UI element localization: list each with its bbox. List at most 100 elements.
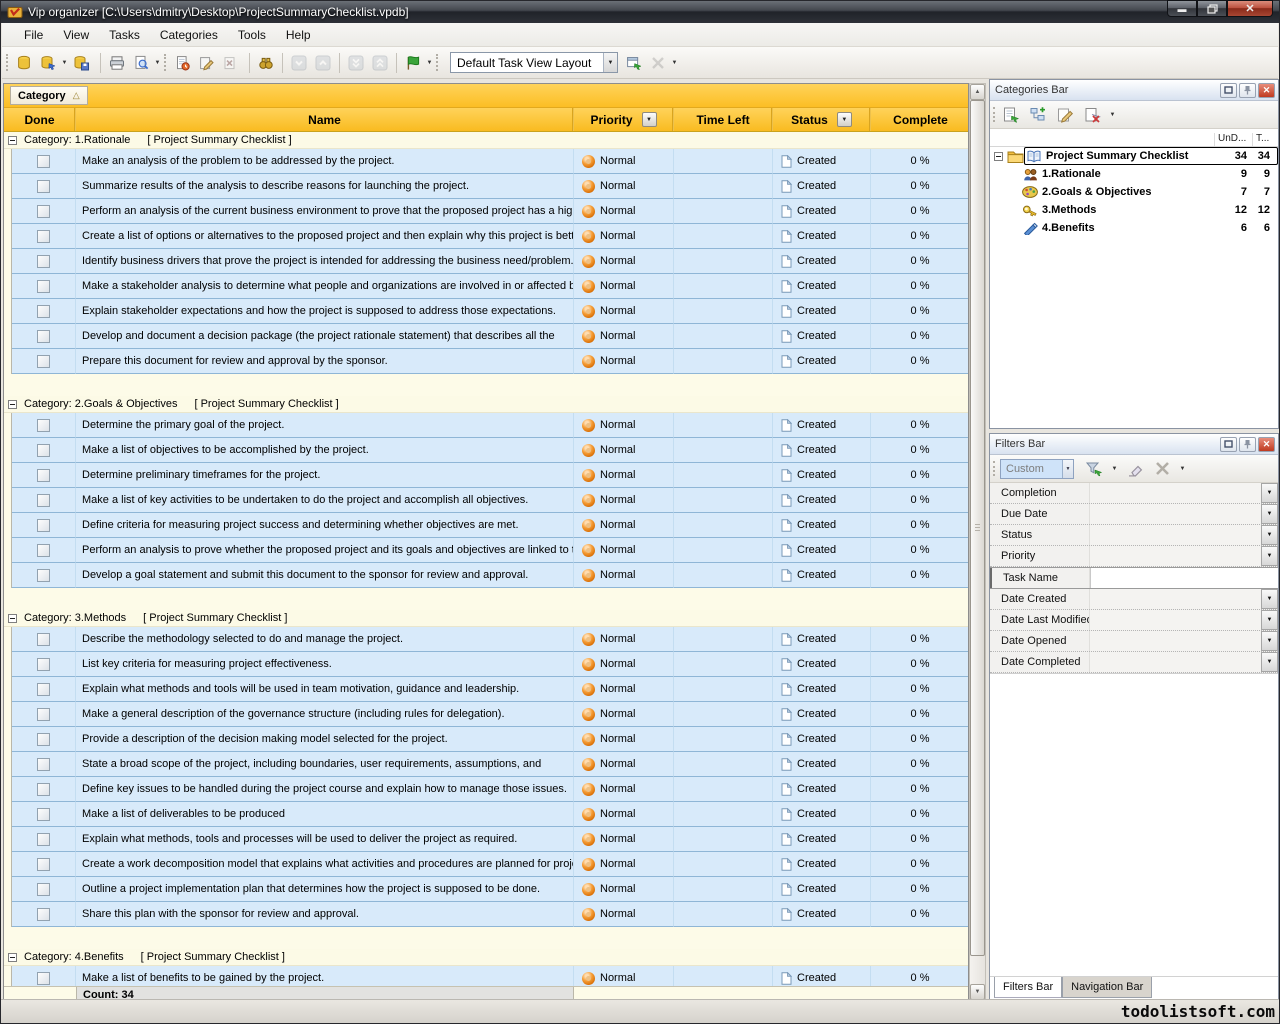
done-checkbox[interactable] (37, 683, 50, 696)
task-row[interactable]: Share this plan with the sponsor for rev… (4, 902, 968, 927)
save-database-icon[interactable] (69, 51, 93, 75)
filter-dropdown-icon[interactable]: ▼ (1261, 525, 1278, 545)
done-checkbox[interactable] (37, 305, 50, 318)
done-checkbox[interactable] (37, 758, 50, 771)
total-column-header[interactable]: T... (1252, 133, 1278, 146)
open-database-icon[interactable] (36, 51, 60, 75)
print-preview-dropdown-icon[interactable]: ▼ (153, 60, 162, 66)
done-checkbox[interactable] (37, 230, 50, 243)
clear-filter-icon[interactable] (1124, 458, 1146, 480)
column-header-priority[interactable]: Priority▼ (574, 108, 674, 131)
move-to-bottom-icon[interactable] (344, 51, 368, 75)
task-row[interactable]: Make a list of deliverables to be produc… (4, 802, 968, 827)
collapse-group-icon[interactable] (8, 136, 17, 145)
menu-item[interactable]: Help (276, 24, 321, 46)
collapse-tree-icon[interactable] (994, 152, 1003, 161)
edit-category-icon[interactable] (1054, 104, 1076, 126)
move-down-icon[interactable] (287, 51, 311, 75)
share-icon[interactable] (401, 51, 425, 75)
task-row[interactable]: Create a work decomposition model that e… (4, 852, 968, 877)
layout-combo-arrow-icon[interactable]: ▼ (603, 53, 617, 72)
done-checkbox[interactable] (37, 469, 50, 482)
task-row[interactable]: Make a general description of the govern… (4, 702, 968, 727)
category-group-header[interactable]: Category: 2.Goals & Objectives [ Project… (4, 396, 968, 413)
done-checkbox[interactable] (37, 255, 50, 268)
filter-field-value[interactable] (1090, 546, 1261, 566)
task-row[interactable]: Define criteria for measuring project su… (4, 513, 968, 538)
done-checkbox[interactable] (37, 419, 50, 432)
done-checkbox[interactable] (37, 355, 50, 368)
find-tasks-icon[interactable] (254, 51, 278, 75)
filter-dropdown-icon[interactable]: ▼ (1261, 504, 1278, 524)
done-checkbox[interactable] (37, 280, 50, 293)
delete-filter-icon[interactable] (1151, 458, 1173, 480)
filter-dropdown-icon[interactable]: ▼ (1261, 652, 1278, 672)
done-checkbox[interactable] (37, 519, 50, 532)
panel-pin-icon[interactable] (1239, 437, 1256, 452)
panel-close-icon[interactable]: ✕ (1258, 437, 1275, 452)
filter-dropdown-icon[interactable]: ▼ (1261, 546, 1278, 566)
task-row[interactable]: Describe the methodology selected to do … (4, 627, 968, 652)
apply-layout-icon[interactable] (622, 51, 646, 75)
filter-dropdown-icon[interactable]: ▼ (1261, 631, 1278, 651)
menu-item[interactable]: View (53, 24, 99, 46)
category-group-header[interactable]: Category: 1.Rationale [ Project Summary … (4, 132, 968, 149)
filter-dropdown-icon[interactable]: ▼ (1261, 483, 1278, 503)
task-row[interactable]: Explain what methods and tools will be u… (4, 677, 968, 702)
task-row[interactable]: Determine preliminary timeframes for the… (4, 463, 968, 488)
column-header-status[interactable]: Status▼ (773, 108, 871, 131)
task-row[interactable]: List key criteria for measuring project … (4, 652, 968, 677)
tree-item-category[interactable]: 1.Rationale 9 9 (990, 165, 1278, 183)
task-row[interactable]: Make a list of benefits to be gained by … (4, 966, 968, 986)
category-group-header[interactable]: Category: 3.Methods [ Project Summary Ch… (4, 610, 968, 627)
group-by-category-button[interactable]: Category △ (10, 86, 88, 105)
filter-dropdown-icon[interactable]: ▼ (1261, 589, 1278, 609)
category-group-header[interactable]: Category: 4.Benefits [ Project Summary C… (4, 949, 968, 966)
done-checkbox[interactable] (37, 783, 50, 796)
task-row[interactable]: Determine the primary goal of the projec… (4, 413, 968, 438)
task-row[interactable]: State a broad scope of the project, incl… (4, 752, 968, 777)
done-checkbox[interactable] (37, 972, 50, 985)
task-row[interactable]: Explain stakeholder expectations and how… (4, 299, 968, 324)
tab-filters-bar[interactable]: Filters Bar (994, 977, 1062, 998)
done-checkbox[interactable] (37, 708, 50, 721)
done-checkbox[interactable] (37, 205, 50, 218)
column-header-done[interactable]: Done (4, 108, 76, 131)
filter-preset-arrow-icon[interactable]: ▼ (1062, 460, 1073, 478)
filter-row[interactable]: Date Completed ▼ (990, 652, 1278, 673)
collapse-group-icon[interactable] (8, 953, 17, 962)
column-header-time-left[interactable]: Time Left (674, 108, 773, 131)
task-name-filter-input[interactable] (1090, 568, 1278, 588)
filters-toolbar-overflow-icon[interactable]: ▼ (1178, 466, 1187, 472)
delete-layout-icon[interactable] (646, 51, 670, 75)
done-checkbox[interactable] (37, 833, 50, 846)
share-dropdown-icon[interactable]: ▼ (425, 60, 434, 66)
task-row[interactable]: Make a stakeholder analysis to determine… (4, 274, 968, 299)
tree-item-category[interactable]: 4.Benefits 6 6 (990, 219, 1278, 237)
task-row[interactable]: Make a list of objectives to be accompli… (4, 438, 968, 463)
filter-preset-combo[interactable]: Custom ▼ (1000, 459, 1074, 479)
done-checkbox[interactable] (37, 569, 50, 582)
task-row[interactable]: Summarize results of the analysis to des… (4, 174, 968, 199)
scroll-up-icon[interactable]: ▲ (970, 84, 985, 100)
column-header-complete[interactable]: Complete (871, 108, 970, 131)
menu-item[interactable]: Tasks (99, 24, 150, 46)
filter-dropdown-icon[interactable]: ▼ (1261, 610, 1278, 630)
done-checkbox[interactable] (37, 858, 50, 871)
close-button[interactable]: ✕ (1227, 0, 1273, 17)
scroll-down-icon[interactable]: ▼ (970, 984, 985, 1000)
move-to-top-icon[interactable] (368, 51, 392, 75)
tab-navigation-bar[interactable]: Navigation Bar (1062, 977, 1152, 998)
panel-close-icon[interactable]: ✕ (1258, 83, 1275, 98)
task-row[interactable]: Identify business drivers that prove the… (4, 249, 968, 274)
print-preview-icon[interactable] (129, 51, 153, 75)
filter-field-value[interactable] (1090, 652, 1261, 672)
done-checkbox[interactable] (37, 808, 50, 821)
task-row[interactable]: Make an analysis of the problem to be ad… (4, 149, 968, 174)
scrollbar-thumb[interactable] (970, 100, 985, 956)
tree-item-category[interactable]: 3.Methods 12 12 (990, 201, 1278, 219)
menu-item[interactable]: Tools (228, 24, 276, 46)
filter-field-value[interactable] (1090, 610, 1261, 630)
edit-task-icon[interactable] (194, 51, 218, 75)
task-row[interactable]: Define key issues to be handled during t… (4, 777, 968, 802)
